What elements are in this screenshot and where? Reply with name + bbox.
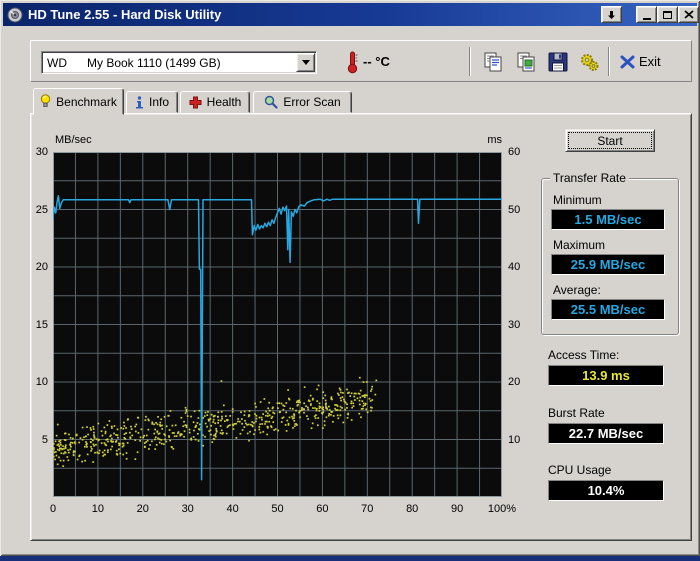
info-icon (135, 95, 144, 109)
maximum-label: Maximum (553, 238, 606, 252)
average-value: 25.5 MB/sec (551, 299, 665, 320)
start-button-label: Start (597, 133, 623, 148)
magnifier-icon (264, 95, 278, 109)
arrow-down-icon (608, 10, 615, 19)
toolbar-separator (608, 47, 610, 76)
thermometer-icon (345, 50, 359, 79)
tab-error-scan-label: Error Scan (283, 95, 341, 109)
access-time-label: Access Time: (548, 348, 620, 362)
benchmark-chart (53, 152, 502, 497)
transfer-rate-legend: Transfer Rate (550, 171, 629, 185)
transfer-rate-groupbox: Transfer Rate Minimum 1.5 MB/sec Maximum… (541, 171, 679, 335)
tab-info[interactable]: Info (126, 91, 178, 113)
tab-benchmark[interactable]: Benchmark (33, 88, 124, 115)
exit-button[interactable]: Exit (616, 48, 665, 75)
drive-select-dropdown-button[interactable] (296, 53, 315, 72)
drive-select[interactable]: WD My Book 1110 (1499 GB) (41, 51, 317, 74)
burst-rate-value: 22.7 MB/sec (548, 423, 664, 444)
y-left-unit-label: MB/sec (55, 134, 92, 146)
toolbar-separator (469, 47, 471, 76)
copy-image-icon (517, 52, 534, 71)
start-button[interactable]: Start (565, 129, 655, 152)
health-cross-icon (189, 96, 202, 109)
minimize-button[interactable] (636, 6, 657, 23)
y-right-unit-label: ms (487, 134, 502, 146)
exit-icon (620, 55, 635, 68)
copy-icon (484, 52, 501, 71)
minimum-value: 1.5 MB/sec (551, 209, 665, 230)
cpu-usage-value: 10.4% (548, 480, 664, 501)
copy-image-button[interactable] (512, 48, 539, 75)
minimize-icon (642, 17, 651, 20)
toolbar: WD My Book 1110 (1499 GB) -- °C Exit (30, 40, 692, 82)
close-icon (683, 10, 694, 19)
titlebar: HD Tune 2.55 - Hard Disk Utility (3, 3, 699, 26)
lightbulb-icon (40, 94, 51, 109)
desktop-strip (0, 556, 700, 561)
window-title: HD Tune 2.55 - Hard Disk Utility (28, 7, 222, 22)
tab-health[interactable]: Health (180, 91, 250, 113)
temperature-value: -- °C (363, 54, 390, 69)
tab-benchmark-label: Benchmark (56, 94, 117, 109)
minimum-label: Minimum (553, 193, 602, 207)
chevron-down-icon (301, 60, 310, 65)
copy-text-button[interactable] (479, 48, 506, 75)
save-button[interactable] (544, 48, 571, 75)
tab-info-label: Info (148, 95, 169, 109)
collapse-button[interactable] (601, 6, 622, 23)
close-button[interactable] (678, 6, 699, 23)
drive-select-value: WD My Book 1110 (1499 GB) (47, 55, 221, 70)
burst-rate-label: Burst Rate (548, 406, 605, 420)
options-button[interactable] (576, 48, 603, 75)
save-icon (548, 52, 567, 71)
maximize-button[interactable] (657, 6, 678, 23)
gears-icon (580, 53, 598, 71)
cpu-usage-label: CPU Usage (548, 463, 612, 477)
access-time-value: 13.9 ms (548, 365, 664, 386)
tab-error-scan[interactable]: Error Scan (253, 91, 352, 113)
average-label: Average: (553, 283, 601, 297)
tab-health-label: Health (206, 95, 242, 109)
maximum-value: 25.9 MB/sec (551, 254, 665, 275)
exit-label: Exit (639, 54, 661, 69)
app-window: HD Tune 2.55 - Hard Disk Utility WD My B… (0, 0, 700, 556)
maximize-icon (663, 10, 672, 19)
app-icon (7, 7, 23, 23)
